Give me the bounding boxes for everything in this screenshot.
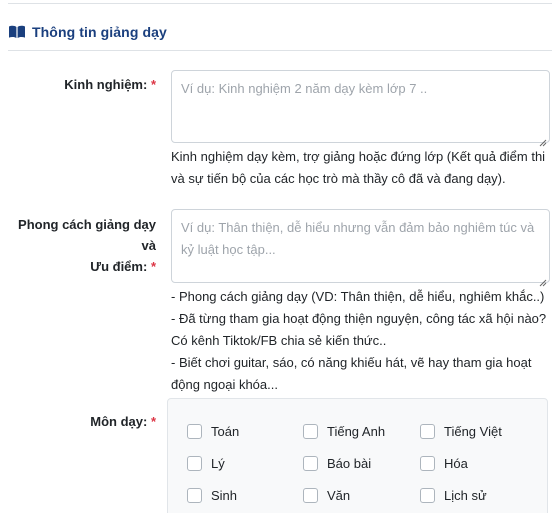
subject-label: Sinh [211, 488, 238, 503]
subject-option-van[interactable]: Văn [303, 488, 350, 503]
style-label-line2: Ưu điểm: [90, 259, 148, 274]
style-label-line1: Phong cách giảng dạy và [18, 217, 156, 253]
subject-label: Tiếng Anh [327, 424, 386, 439]
subject-option-sinh[interactable]: Sinh [187, 488, 237, 503]
subject-label: Toán [211, 424, 240, 439]
subject-label: Văn [327, 488, 351, 503]
subject-label: Lý [211, 456, 225, 471]
top-divider [8, 3, 552, 4]
checkbox[interactable] [187, 424, 202, 439]
checkbox[interactable] [420, 456, 435, 471]
required-mark: * [150, 77, 156, 92]
experience-help: Kinh nghiệm dạy kèm, trợ giảng hoặc đứng… [171, 149, 546, 186]
subjects-checkbox-group: Toán Tiếng Anh Tiếng Việt Lý Báo bài Hóa… [167, 398, 548, 513]
resize-grip-icon[interactable] [539, 272, 547, 287]
book-open-icon [8, 24, 26, 40]
subject-label: Lịch sử [444, 488, 487, 503]
required-mark: * [150, 414, 156, 429]
style-textarea[interactable]: Ví dụ: Thân thiện, dễ hiểu nhưng vẫn đảm… [171, 209, 550, 287]
header-divider [8, 50, 552, 51]
subject-option-hoa[interactable]: Hóa [420, 456, 468, 471]
subject-option-lich-su[interactable]: Lịch sử [420, 488, 487, 503]
checkbox[interactable] [420, 488, 435, 503]
checkbox[interactable] [420, 424, 435, 439]
experience-label: Kinh nghiệm: * [0, 74, 156, 95]
style-help-line: - Phong cách giảng dạy (VD: Thân thiện, … [171, 289, 545, 304]
checkbox[interactable] [303, 424, 318, 439]
subject-label: Báo bài [327, 456, 372, 471]
checkbox[interactable] [187, 488, 202, 503]
section-header: Thông tin giảng dạy [8, 24, 167, 40]
experience-label-text: Kinh nghiệm: [64, 77, 148, 92]
subject-label: Tiếng Việt [444, 424, 502, 439]
section-title: Thông tin giảng dạy [32, 24, 167, 40]
subject-option-ly[interactable]: Lý [187, 456, 225, 471]
subject-option-bao-bai[interactable]: Báo bài [303, 456, 371, 471]
style-help: - Phong cách giảng dạy (VD: Thân thiện, … [171, 286, 551, 396]
subjects-label: Môn dạy: * [0, 411, 156, 432]
required-mark: * [150, 259, 156, 274]
subject-option-toan[interactable]: Toán [187, 424, 239, 439]
checkbox[interactable] [187, 456, 202, 471]
checkbox[interactable] [303, 488, 318, 503]
style-help-line: - Biết chơi guitar, sáo, có năng khiếu h… [171, 355, 532, 392]
subject-option-tieng-anh[interactable]: Tiếng Anh [303, 424, 385, 439]
experience-placeholder: Ví dụ: Kinh nghiệm 2 năm dạy kèm lớp 7 .… [181, 81, 428, 96]
resize-grip-icon[interactable] [539, 132, 547, 147]
subject-label: Hóa [444, 456, 468, 471]
subjects-label-text: Môn dạy: [90, 414, 148, 429]
style-label: Phong cách giảng dạy và Ưu điểm: * [0, 214, 156, 277]
checkbox[interactable] [303, 456, 318, 471]
style-help-line: - Đã từng tham gia hoạt động thiện nguyệ… [171, 311, 547, 348]
experience-textarea[interactable]: Ví dụ: Kinh nghiệm 2 năm dạy kèm lớp 7 .… [171, 70, 550, 147]
subject-option-tieng-viet[interactable]: Tiếng Việt [420, 424, 502, 439]
style-placeholder: Ví dụ: Thân thiện, dễ hiểu nhưng vẫn đảm… [181, 220, 535, 257]
